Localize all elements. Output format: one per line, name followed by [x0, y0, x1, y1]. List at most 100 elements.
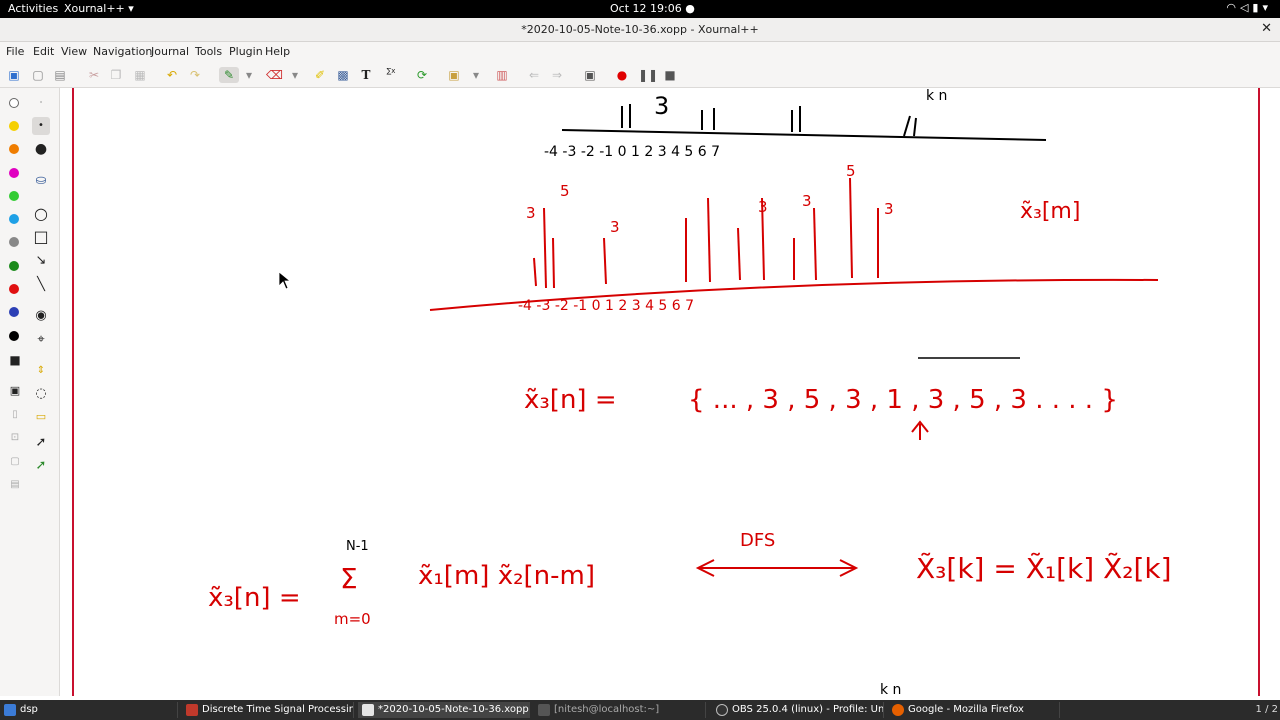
taskbar-item-pdf[interactable]: Discrete Time Signal Processing-2...	[182, 702, 354, 718]
lasso-select-button[interactable]: ◌	[32, 385, 50, 403]
taskbar-item-obs[interactable]: OBS 25.0.4 (linux) - Profile: Untitl...	[712, 702, 884, 718]
save-button[interactable]: ▣	[6, 67, 22, 83]
menu-tools[interactable]: Tools	[195, 45, 222, 58]
app-menu-label: Xournal++	[64, 2, 125, 15]
ink-layer[interactable]: 3 k n -4 -3 -2 -1 0 1 2 3 4 5 6 7 3 5 3 …	[74, 88, 1262, 696]
redo-button[interactable]: ↷	[187, 67, 203, 83]
delete-page-icon: ▥	[496, 68, 508, 82]
size-fine-button[interactable]: ·	[32, 94, 50, 112]
menu-view[interactable]: View	[61, 45, 87, 58]
taskbar-item-firefox[interactable]: Google - Mozilla Firefox	[888, 702, 1060, 718]
play-object-button[interactable]: ➚	[32, 457, 50, 475]
color-red-swatch[interactable]	[9, 284, 19, 294]
shape-recognizer-button[interactable]: ◉	[32, 307, 50, 325]
sequence-left-label: x̃₃[n] =	[524, 385, 617, 415]
page-select-button[interactable]: ▣	[6, 382, 24, 400]
layers-button[interactable]: ▤	[6, 476, 24, 494]
draw-ellipse-button[interactable]: ○	[32, 205, 50, 223]
text-tool-button[interactable]: T	[358, 67, 374, 83]
size-thick-button[interactable]: ●	[32, 140, 50, 158]
insert-page-icon: ▣	[448, 68, 460, 82]
eraser-tool-button[interactable]: ⌫	[266, 67, 283, 83]
math-tex-button[interactable]: ∑x	[381, 67, 401, 83]
color-gray-swatch[interactable]	[9, 237, 19, 247]
pen-tool-button[interactable]: ✎	[219, 67, 239, 83]
color-orange-swatch[interactable]	[9, 144, 19, 154]
close-window-button[interactable]: ✕	[1261, 21, 1272, 36]
back-button[interactable]: ⇐	[526, 67, 542, 83]
math-tex-icon: ∑x	[386, 67, 396, 75]
color-white-swatch[interactable]	[9, 98, 19, 108]
refresh-button[interactable]: ⟳	[414, 67, 430, 83]
note-page[interactable]: 3 k n -4 -3 -2 -1 0 1 2 3 4 5 6 7 3 5 3 …	[72, 88, 1260, 696]
image-tool-button[interactable]: ▩	[335, 67, 351, 83]
highlighter-icon: ✐	[314, 68, 326, 82]
highlighter-tool-button[interactable]: ✐	[312, 67, 328, 83]
insert-page-button[interactable]: ▣	[446, 67, 462, 83]
fill-black-button[interactable]: ■	[6, 351, 24, 369]
pause-button[interactable]: ❚❚	[638, 67, 658, 83]
menu-plugin[interactable]: Plugin	[229, 45, 263, 58]
hand-tool-button[interactable]: ⊡	[6, 429, 24, 447]
new-button[interactable]: ▢	[30, 67, 46, 83]
menu-navigation[interactable]: Navigation	[93, 45, 152, 58]
open-folder-icon: ▤	[54, 68, 66, 82]
record-button[interactable]: ●	[614, 67, 630, 83]
vertical-space-button[interactable]: ▯	[6, 406, 24, 424]
copy-button[interactable]: ❐	[108, 67, 124, 83]
color-green-swatch[interactable]	[9, 261, 19, 271]
taskbar-item-terminal[interactable]: [nitesh@localhost:~]	[534, 702, 706, 718]
stop-button[interactable]: ■	[662, 67, 678, 83]
tick-labels-red: -4 -3 -2 -1 0 1 2 3 4 5 6 7	[518, 298, 694, 314]
vertical-space-tool-button[interactable]: ⇕	[32, 362, 50, 380]
color-lime-swatch[interactable]	[9, 191, 19, 201]
firefox-icon	[892, 704, 904, 716]
fill-tool-button[interactable]: ⛀	[32, 172, 50, 190]
vertical-space-icon: ▯	[12, 409, 18, 420]
forward-button[interactable]: ⇒	[549, 67, 565, 83]
draw-rectangle-button[interactable]: □	[32, 228, 50, 246]
canvas-area[interactable]: 3 k n -4 -3 -2 -1 0 1 2 3 4 5 6 7 3 5 3 …	[60, 88, 1280, 696]
menu-help[interactable]: Help	[265, 45, 290, 58]
cut-button[interactable]: ✂	[86, 67, 102, 83]
draw-line-button[interactable]: ╲	[32, 276, 50, 294]
draw-arrow-button[interactable]: ↘	[32, 252, 50, 270]
line-icon: ╲	[37, 277, 45, 292]
color-magenta-swatch[interactable]	[9, 168, 19, 178]
menu-edit[interactable]: Edit	[33, 45, 54, 58]
stem-red	[849, 177, 853, 279]
menu-file[interactable]: File	[6, 45, 24, 58]
system-tray[interactable]: ◠◁▮▾	[1226, 1, 1272, 14]
app-menu[interactable]: Xournal++ ▾	[64, 2, 134, 15]
rect-select-button[interactable]: ▭	[32, 408, 50, 426]
paste-button[interactable]: ▦	[132, 67, 148, 83]
taskbar-item-dsp[interactable]: dsp	[0, 702, 178, 718]
eraser-options-dropdown[interactable]: ▾	[289, 67, 301, 83]
chevron-down-icon: ▾	[1262, 1, 1272, 14]
color-cyan-swatch[interactable]	[9, 214, 19, 224]
undo-button[interactable]: ↶	[164, 67, 180, 83]
ruler-button[interactable]: ⌖	[32, 331, 50, 349]
workspace-pager[interactable]: 1 / 2	[1256, 702, 1278, 718]
clock[interactable]: Oct 12 19:06 ●	[610, 2, 695, 15]
insert-page-dropdown[interactable]: ▾	[470, 67, 482, 83]
menu-journal[interactable]: Journal	[151, 45, 189, 58]
color-black-swatch[interactable]	[9, 331, 19, 341]
delete-page-button[interactable]: ▥	[494, 67, 510, 83]
color-blue-swatch[interactable]	[9, 307, 19, 317]
size-medium-button[interactable]: •	[32, 117, 50, 135]
color-yellow-swatch[interactable]	[9, 121, 19, 131]
select-object-button[interactable]: ➚	[32, 434, 50, 452]
stem-value-label: 3	[526, 204, 536, 222]
cut-icon: ✂	[88, 68, 100, 82]
pen-options-dropdown[interactable]: ▾	[243, 67, 255, 83]
open-button[interactable]: ▤	[52, 67, 68, 83]
terminal-icon	[538, 704, 550, 716]
obs-icon	[716, 704, 728, 716]
fullscreen-button[interactable]: ▣	[582, 67, 598, 83]
convolution-left-label: x̃₃[n] =	[208, 583, 301, 613]
zoom-tool-button[interactable]: ▢	[6, 453, 24, 471]
chevron-down-icon: ▾	[291, 68, 299, 82]
taskbar-item-xournal[interactable]: *2020-10-05-Note-10-36.xopp - ...	[358, 702, 530, 718]
activities-button[interactable]: Activities	[8, 2, 58, 15]
